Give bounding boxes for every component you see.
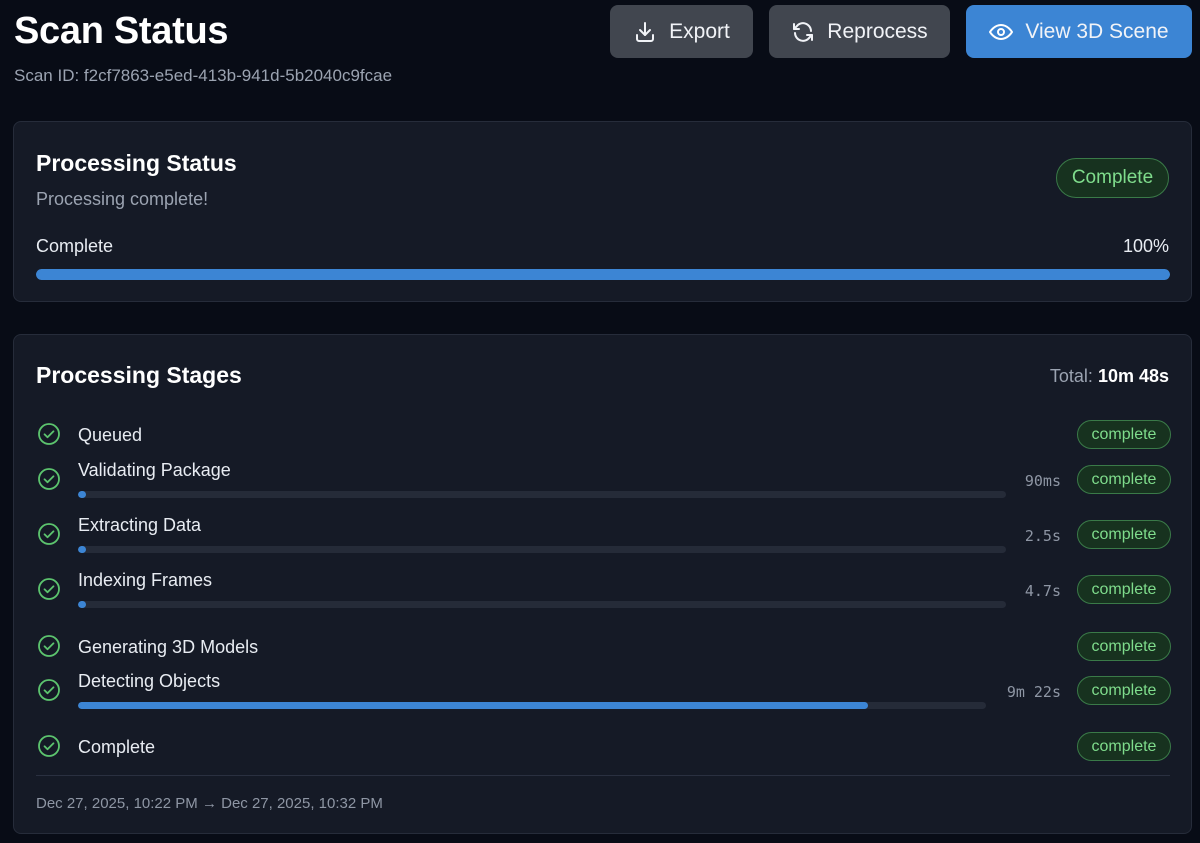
stage-name: Extracting Data [78,515,202,535]
stage-row: Detecting Objects 9m 22s complete [14,671,1193,711]
stage-status-badge: complete [1077,575,1171,604]
stage-progress-bar [78,702,986,709]
stage-progress-bar [78,491,1006,498]
reprocess-label: Reprocess [827,19,928,43]
stage-row: Validating Package 90ms complete [14,460,1193,500]
stage-row: Queued complete [14,415,1193,455]
stage-name: Indexing Frames [78,570,213,590]
stage-status-badge: complete [1077,632,1171,661]
stage-progress-fill [78,702,868,709]
eye-icon [989,23,1014,40]
stage-name: Validating Package [78,460,231,480]
processing-status-card: Processing Status Processing complete! C… [13,121,1192,302]
stage-duration: 2.5s [1024,527,1061,545]
processing-status-title: Processing Status [36,150,237,176]
progress-label: Complete [36,236,114,256]
total-duration: Total: 10m 48s [1050,366,1169,387]
stage-row: Generating 3D Models complete [14,627,1193,667]
check-circle-icon [38,735,60,757]
view-3d-scene-label: View 3D Scene [1025,19,1169,43]
stage-name: Complete [78,737,156,757]
total-label: Total: [1049,366,1093,386]
stage-name: Detecting Objects [78,671,221,691]
check-circle-icon [38,523,60,545]
stage-progress-fill [78,601,86,608]
check-circle-icon [38,423,60,445]
stage-row: Complete complete [14,727,1193,767]
stage-progress-bar [78,601,1006,608]
stage-progress-bar [78,546,1006,553]
processing-stages-title: Processing Stages [36,362,242,388]
stage-duration: 90ms [1024,472,1061,490]
progress-bar [36,269,1170,280]
stage-status-badge: complete [1077,676,1171,705]
stage-name: Queued [78,425,143,445]
time-range: Dec 27, 2025, 10:22 PM → Dec 27, 2025, 1… [36,795,383,812]
check-circle-icon [38,468,60,490]
stage-status-badge: complete [1077,520,1171,549]
stage-row: Indexing Frames 4.7s complete [14,570,1193,610]
stage-progress-fill [78,491,86,498]
check-circle-icon [38,635,60,657]
export-button[interactable]: Export [610,5,753,58]
export-label: Export [669,19,730,43]
check-circle-icon [38,679,60,701]
stage-duration: 4.7s [1024,582,1061,600]
refresh-icon [793,21,814,42]
stage-duration: 9m 22s [1006,683,1061,701]
progress-bar-fill [36,269,1170,280]
status-message: Processing complete! [36,189,209,209]
download-icon [636,21,655,42]
status-badge: Complete [1056,158,1169,198]
stage-name: Generating 3D Models [78,637,259,657]
view-3d-scene-button[interactable]: View 3D Scene [966,5,1192,58]
processing-stages-card: Processing Stages Total: 10m 48s Queued c… [13,334,1192,834]
stage-row: Extracting Data 2.5s complete [14,515,1193,555]
stage-status-badge: complete [1077,465,1171,494]
page-title: Scan Status [14,10,229,52]
reprocess-button[interactable]: Reprocess [769,5,950,58]
progress-percent: 100% [1122,236,1169,256]
check-circle-icon [38,578,60,600]
scan-id: Scan ID: f2cf7863-e5ed-413b-941d-5b2040c… [14,66,393,85]
stage-status-badge: complete [1077,732,1171,761]
divider [36,775,1170,776]
total-value: 10m 48s [1097,366,1169,386]
stage-progress-fill [78,546,86,553]
stage-status-badge: complete [1077,420,1171,449]
